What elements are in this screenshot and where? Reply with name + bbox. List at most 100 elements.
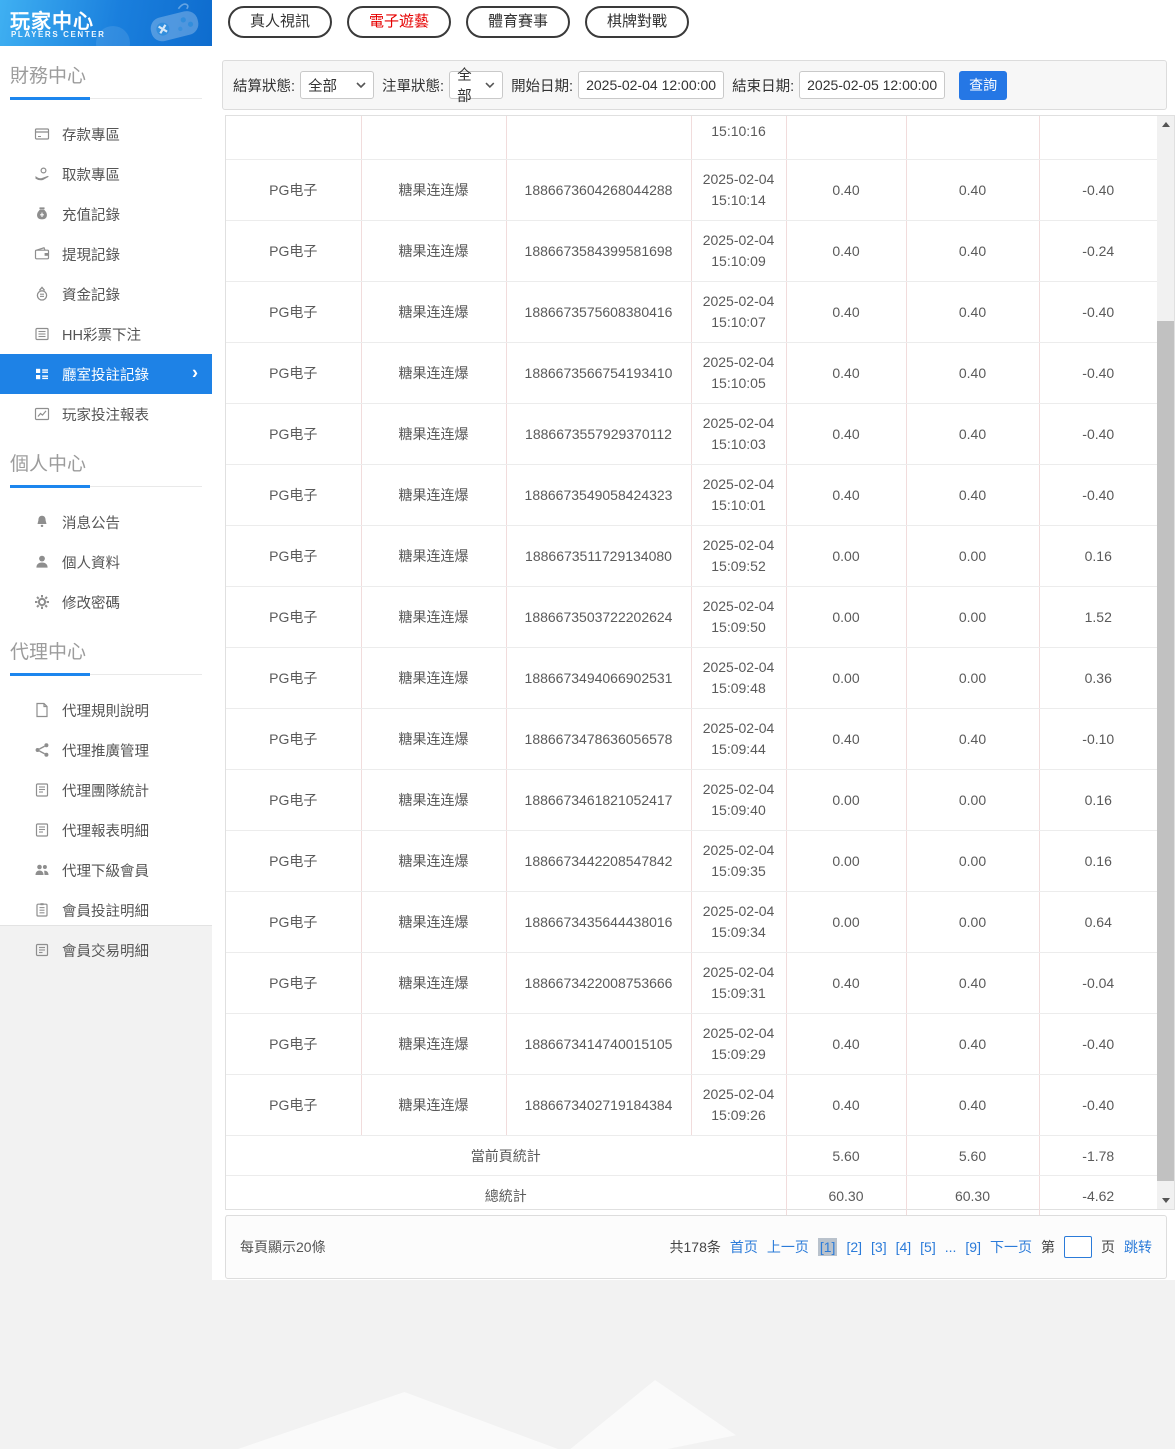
sidebar-item-moneybag[interactable]: 充值記錄 [0, 194, 212, 234]
pagination-page[interactable]: [3] [871, 1239, 887, 1255]
cell-bet-time: 2025-02-04 15:09:26 [691, 1074, 787, 1136]
table-row: PG电子 糖果连连爆 1886673435644438016 2025-02-04 15… [226, 891, 1157, 953]
cell-provider: PG电子 [226, 342, 362, 404]
sidebar-item-share[interactable]: 代理推廣管理 [0, 730, 212, 770]
search-button[interactable]: 查詢 [959, 70, 1008, 100]
cell-order-number: 1886673557929370112 [506, 403, 692, 465]
sidebar-item-list[interactable]: HH彩票下注 [0, 314, 212, 354]
table-row: PG电子 糖果连连爆 1886673461821052417 2025-02-04 15… [226, 769, 1157, 831]
start-date-input[interactable] [578, 71, 725, 99]
sidebar-item-grid-list[interactable]: 廳室投註記錄 › [0, 354, 212, 394]
sidebar-item-report[interactable]: 代理團隊統計 [0, 770, 212, 810]
cell-bet-amount: 0.00 [786, 525, 907, 587]
pagination-first[interactable]: 首页 [730, 1237, 758, 1257]
scroll-up-button[interactable] [1157, 116, 1174, 133]
cell-bet-amount: 0.40 [786, 1074, 907, 1136]
pagination-page[interactable]: [5] [920, 1239, 936, 1255]
sidebar-item-note[interactable]: 會員投註明細 [0, 890, 212, 930]
cell-valid-bet: 0.40 [906, 1013, 1040, 1075]
cell-win-loss: -0.10 [1039, 708, 1157, 770]
page-summary-row: 當前頁統計 5.60 5.60 -1.78 [226, 1135, 1157, 1176]
cell-game-name: 糖果连连爆 [361, 403, 507, 465]
pagination-ellipsis: ... [944, 1239, 957, 1255]
chart-icon [34, 406, 50, 422]
summary-label: 當前頁統計 [226, 1135, 787, 1176]
tab[interactable]: 體育賽事 [466, 6, 571, 38]
cell-provider: PG电子 [226, 403, 362, 465]
cell-win-loss: -0.24 [1039, 220, 1157, 282]
cell-game-name: 糖果连连爆 [361, 464, 507, 526]
cell-provider: PG电子 [226, 769, 362, 831]
cell-valid-bet: 0.40 [906, 708, 1040, 770]
tab[interactable]: 真人視訊 [228, 6, 333, 38]
cell-order-number: 1886673575608380416 [506, 281, 692, 343]
table-row: PG电子 糖果连连爆 1886673442208547842 2025-02-04 15… [226, 830, 1157, 892]
sidebar-item-gear[interactable]: 修改密碼 [0, 582, 212, 622]
cell-win-loss: -0.40 [1039, 403, 1157, 465]
end-date-input[interactable] [799, 71, 946, 99]
tab[interactable]: 棋牌對戰 [585, 6, 690, 38]
tab-active[interactable]: 電子遊藝 [347, 6, 452, 38]
sidebar-item-note2[interactable]: 會員交易明細 [0, 930, 212, 970]
cell-order-number: 1886673402719184384 [506, 1074, 692, 1136]
moneybag-icon [34, 206, 50, 222]
sidebar-item-bell[interactable]: 消息公告 [0, 502, 212, 542]
sidebar-item-card[interactable]: 存款專區 [0, 114, 212, 154]
cell-bet-time: 2025-02-04 15:10:01 [691, 464, 787, 526]
cell-game-name: 糖果连连爆 [361, 769, 507, 831]
cell-valid-bet: 0.00 [906, 769, 1040, 831]
pagination-page[interactable]: [4] [896, 1239, 912, 1255]
cell-provider: PG电子 [226, 1013, 362, 1075]
report-icon [34, 782, 50, 798]
hand-coin-icon [34, 166, 50, 182]
sidebar-item-label: 資金記錄 [62, 287, 120, 304]
scrollbar-thumb[interactable] [1157, 321, 1174, 1181]
table-scrollbar[interactable] [1157, 116, 1174, 1209]
pagination-page[interactable]: [9] [965, 1239, 981, 1255]
pagination-next[interactable]: 下一页 [990, 1237, 1032, 1257]
sidebar-item-report[interactable]: 代理報表明細 [0, 810, 212, 850]
sidebar-nav: 財務中心存款專區 取款專區 充值記錄 提現記錄資金記錄 HH彩票下注 廳室投註記錄 › 玩家投… [0, 61, 212, 970]
goto-page-button[interactable]: 跳转 [1124, 1237, 1152, 1257]
cell-bet-time: 15:10:16 [691, 116, 787, 160]
pagination-page[interactable]: [2] [846, 1239, 862, 1255]
sidebar-item-chart[interactable]: 玩家投注報表 [0, 394, 212, 434]
card-icon [34, 126, 50, 142]
cell-bet-amount: 0.00 [786, 891, 907, 953]
table-row: PG电子 糖果连连爆 1886673422008753666 2025-02-04 15… [226, 952, 1157, 1014]
settle-status-label: 結算狀態: [233, 78, 296, 95]
sidebar-item-hand-coin[interactable]: 取款專區 [0, 154, 212, 194]
summary-bet-amount: 5.60 [786, 1135, 907, 1176]
cell-provider: PG电子 [226, 464, 362, 526]
cell-game-name: 糖果连连爆 [361, 586, 507, 648]
sidebar-item-doc[interactable]: 代理規則說明 [0, 690, 212, 730]
cell-order-number: 1886673566754193410 [506, 342, 692, 404]
cell-valid-bet: 0.40 [906, 220, 1040, 282]
cell-win-loss: 1.52 [1039, 586, 1157, 648]
pagination-prev[interactable]: 上一页 [767, 1237, 809, 1257]
goto-page-input[interactable] [1064, 1236, 1092, 1258]
cell-order-number [506, 116, 692, 160]
cell-bet-time: 2025-02-04 15:09:31 [691, 952, 787, 1014]
settle-status-select[interactable]: 全部 [300, 71, 375, 99]
order-status-select[interactable]: 全部 [449, 68, 504, 105]
sidebar-item-label: 會員交易明細 [62, 943, 149, 960]
cell-provider: PG电子 [226, 525, 362, 587]
sidebar-item-users[interactable]: 代理下級會員 [0, 850, 212, 890]
coin-doc-icon [34, 286, 50, 302]
sidebar-item-wallet[interactable]: 提現記錄 [0, 234, 212, 274]
sidebar-item-coin-doc[interactable]: 資金記錄 [0, 274, 212, 314]
table-row: PG电子 糖果连连爆 1886673604268044288 2025-02-04 15… [226, 159, 1157, 221]
cell-win-loss: -0.40 [1039, 342, 1157, 404]
cell-win-loss: -0.40 [1039, 281, 1157, 343]
section-title: 財務中心 [10, 66, 87, 87]
scroll-down-button[interactable] [1157, 1192, 1174, 1209]
cell-provider [226, 116, 362, 160]
cell-order-number: 1886673435644438016 [506, 891, 692, 953]
pagination-page-current[interactable]: [1] [817, 1238, 838, 1256]
section-underline [10, 97, 202, 100]
sidebar-item-user[interactable]: 個人資料 [0, 542, 212, 582]
list-icon [34, 326, 50, 342]
summary-win-loss: -4.62 [1039, 1175, 1157, 1216]
cell-bet-time: 2025-02-04 15:10:09 [691, 220, 787, 282]
